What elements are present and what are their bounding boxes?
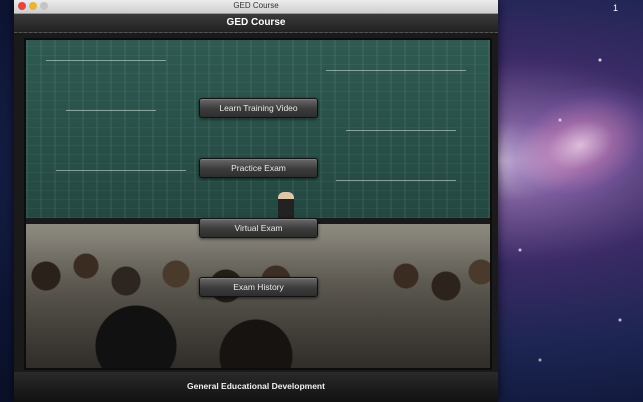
app-window: GED Course GED Course Learn Training Vid…: [14, 0, 498, 402]
menubar-indicator: 1: [613, 3, 619, 13]
app-footer: General Educational Development: [14, 372, 498, 402]
app-header: GED Course: [14, 14, 498, 33]
practice-exam-button[interactable]: Practice Exam: [199, 158, 318, 178]
learn-training-video-button[interactable]: Learn Training Video: [199, 98, 318, 118]
students-crowd: [26, 236, 490, 368]
chalkboard: [26, 40, 490, 218]
app-title: GED Course: [226, 17, 286, 28]
exam-history-button[interactable]: Exam History: [199, 277, 318, 297]
window-title: GED Course: [233, 1, 279, 10]
footer-title: General Educational Development: [187, 381, 325, 391]
window-titlebar[interactable]: GED Course: [14, 0, 498, 14]
virtual-exam-button[interactable]: Virtual Exam: [199, 218, 318, 238]
classroom-background-image: Learn Training Video Practice Exam Virtu…: [24, 38, 492, 370]
